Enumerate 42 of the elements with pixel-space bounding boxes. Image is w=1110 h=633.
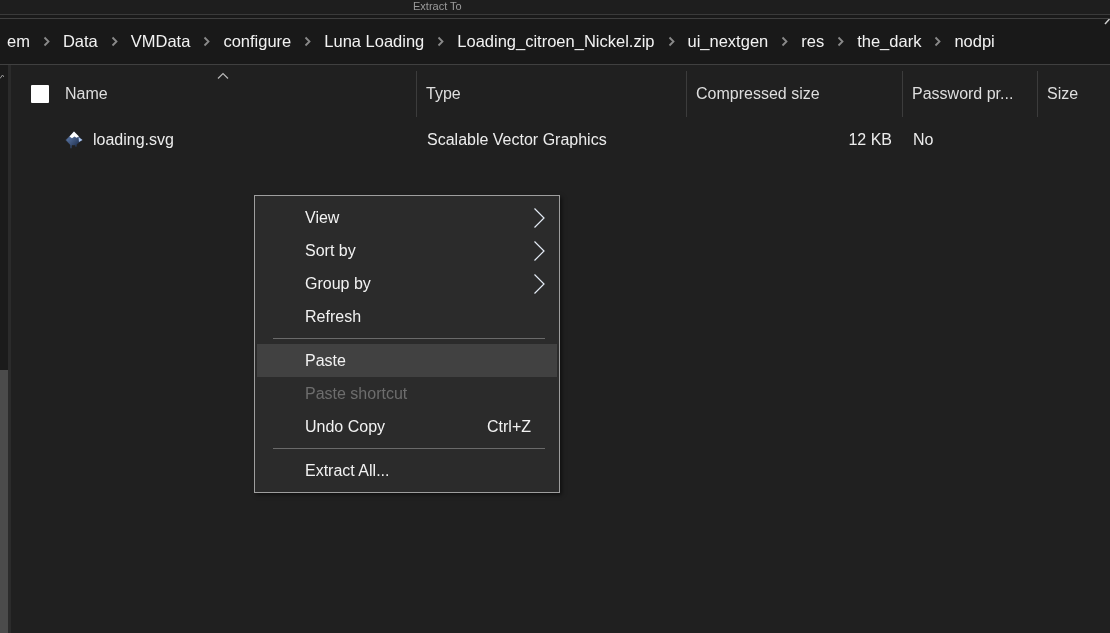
breadcrumb[interactable]: em [0,28,37,55]
file-name: loading.svg [93,131,174,149]
breadcrumb[interactable]: Loading_citroen_Nickel.zip [450,28,662,55]
menu-item[interactable]: Extract All... [257,454,557,487]
column-header[interactable]: Size [1038,71,1110,117]
ribbon-tab[interactable]: Extract To [413,0,462,12]
menu-item[interactable]: Paste [257,344,557,377]
chevron-icon [304,36,312,47]
breadcrumb[interactable]: configure [216,28,299,55]
chevron-icon [837,36,845,47]
breadcrumb[interactable]: Data [55,28,105,55]
column-header[interactable]: Type [417,71,687,117]
menu-item[interactable]: View [257,201,557,234]
chevron-icon [934,36,942,47]
chevron-icon [203,36,211,47]
chevron-icon [667,36,675,47]
breadcrumb[interactable]: ui_nextgen [680,28,776,55]
breadcrumb[interactable]: VMData [123,28,198,55]
column-header[interactable]: Compressed size [687,71,903,117]
breadcrumb[interactable]: the_dark [850,28,929,55]
column-header[interactable]: Name [65,71,416,117]
password-protected-cell-text: No [912,130,935,150]
file-row[interactable]: loading.svg Scalable Vector Graphics 12 KB No [11,125,1110,155]
shortcut-label: Ctrl+Z [487,417,531,436]
menu-item[interactable]: Group by [257,267,557,300]
breadcrumb[interactable]: Luna Loading [317,28,432,55]
menu-item[interactable]: Undo Copy Ctrl+Z [257,410,557,443]
column-header[interactable]: Password pr... [903,71,1038,117]
scrollbar-thumb[interactable] [0,370,8,633]
file-type-cell-text: Scalable Vector Graphics [426,130,608,150]
chevron-icon [42,36,50,47]
menu-item[interactable]: Refresh [257,300,557,333]
breadcrumb[interactable]: res [794,28,832,55]
compressed-size-cell-text: 12 KB [847,130,893,150]
breadcrumb[interactable]: nodpi [947,28,1002,55]
sort-caret-icon [216,72,229,79]
chevron-icon [110,36,118,47]
select-all-checkbox[interactable] [31,85,49,103]
menu-item[interactable]: Sort by [257,234,557,267]
chevron-icon [437,36,445,47]
chevron-icon [781,36,789,47]
file-icon [64,130,84,150]
